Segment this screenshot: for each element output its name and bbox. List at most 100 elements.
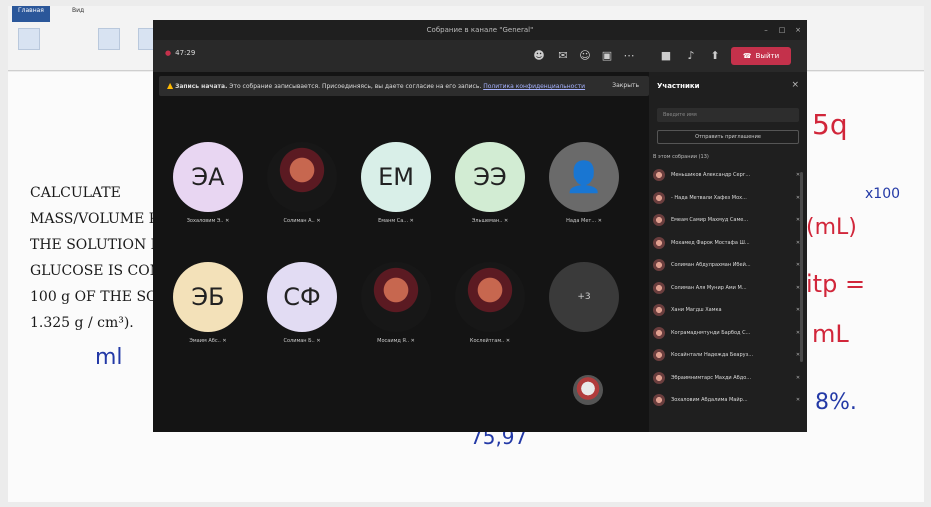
maximize-icon[interactable]: □ — [775, 20, 789, 40]
mic-muted-icon: ✕ — [502, 218, 509, 224]
participant-row[interactable]: Эбраимнимтарс Махди Абдо... ✕ — [653, 367, 803, 390]
participant-name-text: Зохаловим Э.. — [186, 218, 224, 224]
ribbon-tool[interactable] — [98, 28, 120, 50]
participant-row[interactable]: Зохаловим Абдалима Майр... ✕ — [653, 389, 803, 412]
notice-close-button[interactable]: Закрыть — [612, 76, 639, 96]
participant-name-text: Солиман Б.. — [283, 338, 315, 344]
participant-name-text: Эмаим Абс.. — [189, 338, 221, 344]
participant-tile[interactable]: Кослейтгам.. ✕ — [449, 262, 531, 358]
participant-name-text: Эльшеман.. — [471, 218, 503, 224]
participant-row[interactable]: Емеам Самир Махмуд Саме... ✕ — [653, 209, 803, 232]
minimize-icon[interactable]: – — [759, 20, 773, 40]
rooms-icon[interactable]: ▣ — [599, 48, 615, 64]
mic-muted-icon: ✕ — [314, 218, 321, 224]
participant-row[interactable]: Косайнтали Надежда Беаруз... ✕ — [653, 344, 803, 367]
overflow-count: +3 — [577, 292, 591, 302]
board-line: THE SOLUTION IF — [30, 237, 166, 253]
privacy-link[interactable]: Политика конфиденциальности — [483, 83, 585, 90]
panel-title: Участники — [657, 82, 700, 90]
avatar — [653, 214, 665, 227]
avatar-initials: ЕМ — [378, 163, 414, 191]
avatar-initials: ЭА — [191, 163, 225, 191]
participant-name-text: Нада Мет... — [566, 218, 597, 224]
warning-icon: ▲ — [167, 81, 174, 90]
share-screen-icon[interactable]: ⬆ — [707, 48, 723, 64]
in-meeting-header[interactable]: В этом собрании (13) — [653, 154, 709, 160]
participant-tile[interactable]: Мосаимд Я.. ✕ — [355, 262, 437, 358]
participant-tile[interactable]: +3 — [543, 262, 625, 358]
avatar — [455, 262, 525, 332]
participant-name-text: Еманм Са... — [378, 218, 409, 224]
participants-list: Меньшиков Александр Серг... ✕ - Нада Метва… — [653, 164, 803, 412]
timer-text: 47:29 — [175, 49, 196, 57]
mic-muted-icon: ✕ — [223, 218, 230, 224]
avatar-initials: ЭБ — [191, 283, 225, 311]
avatar — [653, 169, 665, 182]
board-line: MASS/VOLUME P — [30, 211, 159, 227]
ink-annotation: mL — [812, 320, 849, 348]
teams-meeting-window: Собрание в канале "General" – □ × ● 47:2… — [153, 20, 807, 432]
participant-tile[interactable]: СФ Солиман Б.. ✕ — [261, 262, 343, 358]
participant-row[interactable]: Хани Магдш Хамка ✕ — [653, 299, 803, 322]
avatar — [653, 259, 665, 272]
participants-icon[interactable]: ☻ — [531, 48, 547, 64]
board-line: 100 g OF THE SOL — [30, 289, 167, 305]
participant-name: Зохаловим Э.. ✕ — [167, 218, 249, 224]
leave-button[interactable]: ☎ Выйти — [731, 47, 791, 65]
participant-tile[interactable]: ЭА Зохаловим Э.. ✕ — [167, 142, 249, 238]
ink-annotation: itp = — [806, 270, 866, 298]
participant-name: Солиман Аля Мунир Ами М... — [671, 284, 747, 291]
leave-label: Выйти — [755, 52, 780, 60]
participant-name: Косайнтали Надежда Беаруз... — [671, 352, 754, 359]
participant-name: Эмаим Абс.. ✕ — [167, 338, 249, 344]
avatar: 👤 — [549, 142, 619, 212]
ribbon-tab-view[interactable]: Вид — [66, 6, 91, 22]
ribbon-tool[interactable] — [18, 28, 40, 50]
participant-name-text: Кослейтгам.. — [469, 338, 505, 344]
avatar: ЭА — [173, 142, 243, 212]
participant-tile[interactable]: 👤 Нада Мет... ✕ — [543, 142, 625, 238]
avatar — [653, 371, 665, 384]
scrollbar[interactable] — [800, 172, 803, 362]
participant-row[interactable]: Солиман Абдулрахман Ибей... ✕ — [653, 254, 803, 277]
participant-row[interactable]: - Нада Метвали Хафез Мох... ✕ — [653, 187, 803, 210]
ink-annotation: (mL) — [806, 215, 857, 240]
participant-row[interactable]: Кограмаднмтунди Барбод С... ✕ — [653, 322, 803, 345]
participant-tile[interactable]: Солиман А.. ✕ — [261, 142, 343, 238]
close-icon[interactable]: × — [791, 20, 805, 40]
video-grid: ЭА Зохаловим Э.. ✕ Солиман А.. ✕ ЕМ Еманм Са… — [159, 112, 649, 412]
mic-icon[interactable]: ♪ — [683, 48, 699, 64]
notice-text: Это собрание записывается. Присоединяясь… — [229, 83, 482, 90]
share-invite-button[interactable]: Отправить приглашение — [657, 130, 799, 144]
board-line: 1.325 g / cm³). — [30, 315, 134, 331]
mic-muted-icon: ✕ — [408, 218, 414, 224]
ribbon-tab-home[interactable]: Главная — [12, 6, 50, 22]
mic-muted-icon: ✕ — [409, 338, 415, 344]
participant-name: Зохаловим Абдалима Майр... — [671, 397, 748, 404]
more-icon[interactable]: ⋯ — [621, 48, 637, 64]
recording-notice: ▲ Запись начата. Это собрание записывает… — [159, 76, 649, 96]
reactions-icon[interactable]: ☺ — [577, 48, 593, 64]
chat-icon[interactable]: ✉ — [555, 48, 571, 64]
participant-row[interactable]: Меньшиков Александр Серг... ✕ — [653, 164, 803, 187]
participant-row[interactable]: Солиман Аля Мунир Ами М... ✕ — [653, 277, 803, 300]
avatar: +3 — [549, 262, 619, 332]
avatar — [361, 262, 431, 332]
close-icon[interactable]: × — [791, 80, 799, 90]
self-video-preview[interactable] — [573, 375, 603, 405]
participant-name: Кограмаднмтунди Барбод С... — [671, 329, 751, 336]
participant-name: Солиман Б.. ✕ — [261, 338, 343, 344]
mic-muted-icon: ✕ — [220, 338, 227, 344]
camera-icon[interactable]: ■ — [658, 48, 674, 64]
avatar — [653, 236, 665, 249]
participant-tile[interactable]: ЭЭ Эльшеман.. ✕ — [449, 142, 531, 238]
participant-name: Солиман Абдулрахман Ибей... — [671, 262, 751, 269]
participant-name: - Нада Метвали Хафез Мох... — [671, 194, 747, 201]
participant-tile[interactable]: ЕМ Еманм Са... ✕ — [355, 142, 437, 238]
avatar: ЭЭ — [455, 142, 525, 212]
participant-search-input[interactable]: Введите имя — [657, 108, 799, 122]
participant-row[interactable]: Мохамед Фарок Мостафа Ш... ✕ — [653, 232, 803, 255]
participant-tile[interactable]: ЭБ Эмаим Абс.. ✕ — [167, 262, 249, 358]
ink-annotation: 8%. — [815, 390, 857, 415]
ink-annotation: 5q — [812, 108, 848, 141]
